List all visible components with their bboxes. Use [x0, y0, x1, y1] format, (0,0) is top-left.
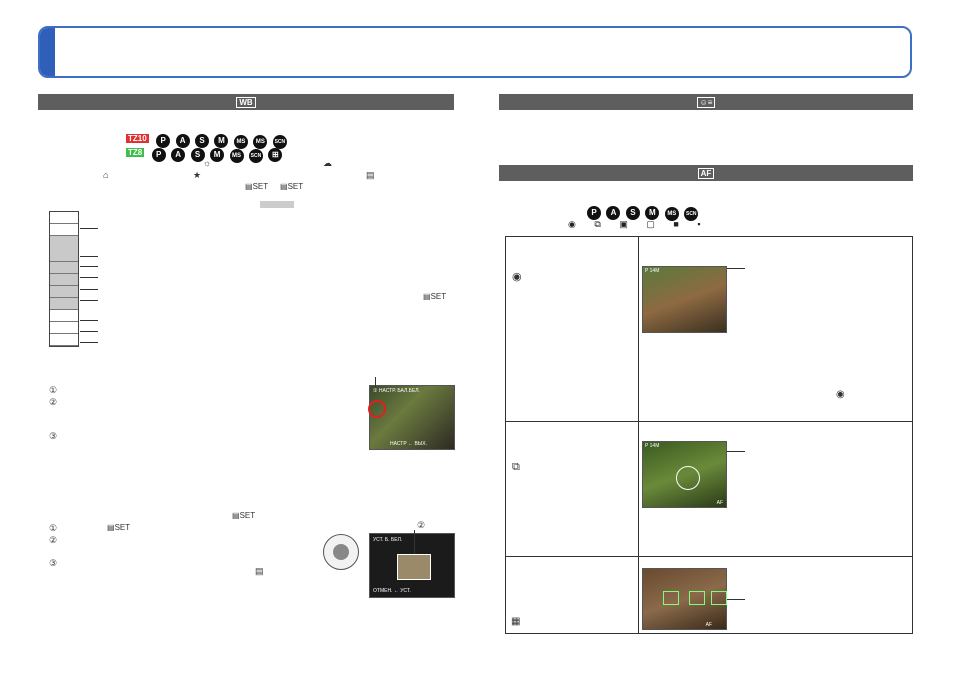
mode-a-icon: A: [606, 206, 621, 220]
highlight-circle: [368, 400, 386, 418]
callout-line: [727, 268, 745, 269]
callout-line: [727, 599, 745, 600]
photo-overlay-text: ① НАСТР. БАЛ.БЕЛ.: [373, 388, 420, 394]
callout-number: ②: [417, 520, 426, 530]
photo-overlay-text: AF: [705, 622, 712, 628]
mode-a-icon: A: [171, 148, 186, 162]
mode-ms-icon: MS: [229, 149, 244, 163]
callout-line: [414, 530, 415, 554]
wb-cell: [50, 298, 78, 310]
camera-screen-af-tracking: P 14M AF: [642, 441, 727, 508]
photo-overlay-text: НАСТР ← ВЫХ.: [390, 441, 427, 447]
callout-line: [80, 256, 98, 257]
callout-line: [80, 266, 98, 267]
callout-line: [727, 451, 745, 452]
page-header-frame: [38, 26, 912, 78]
wb-custom-icon: ▤: [255, 566, 264, 576]
mode-panorama-icon: ⊞: [268, 148, 283, 162]
wb-cell: [50, 334, 78, 346]
wb-cell: [50, 286, 78, 298]
23-area-icon: ▦: [511, 616, 521, 627]
callout-line: [80, 300, 98, 301]
mode-p-icon: P: [587, 206, 601, 220]
mode-m-icon: M: [210, 148, 225, 162]
wb-cell: [50, 224, 78, 236]
wb-set-frame: [397, 554, 431, 580]
wb-cell: [50, 262, 78, 274]
model-badge-tz8: TZ8: [126, 148, 145, 158]
center-button: [333, 544, 349, 560]
camera-screen-wb-set: УСТ. Б. БЕЛ. ОТМЕН. ← УСТ.: [369, 533, 455, 598]
sun-icon: ☼: [203, 158, 212, 168]
photo-overlay-text: P 14M: [645, 443, 660, 449]
af-tracking-icon: ⧉: [594, 219, 609, 229]
callout-line: [80, 331, 98, 332]
af-area-frame: [711, 591, 727, 605]
step-number: ③: [49, 431, 58, 441]
callout-line: [80, 277, 98, 278]
highlight-marker: [260, 201, 294, 208]
wb-set2-icon: ▤SET: [280, 182, 304, 191]
23-area-icon: ▣: [619, 219, 636, 229]
step-number: ①: [49, 523, 58, 533]
wb-cell: [50, 236, 78, 262]
photo-overlay-text: AF: [716, 500, 723, 506]
cursor-button-dial: [323, 534, 359, 570]
mode-p-icon: P: [151, 148, 166, 162]
mode-scn-icon: SCN: [248, 149, 263, 163]
mode-s-icon: S: [625, 206, 640, 220]
callout-line: [80, 342, 98, 343]
af-mode-icon: AF: [697, 168, 715, 179]
camera-screen-face-detect: P 14M: [642, 266, 727, 333]
cloud-icon: ☁: [323, 158, 332, 168]
wb-set-icon: ▤SET: [232, 511, 256, 520]
face-recognition-icon: ☺≡: [696, 97, 716, 108]
wb-cell: [50, 212, 78, 224]
wb-set-icon: ▤SET: [107, 523, 131, 532]
af-tracking-icon: ⧉: [512, 461, 520, 473]
page-header-accent: [40, 28, 55, 76]
wb-set1-icon: ▤SET: [245, 182, 269, 191]
step-number: ①: [49, 385, 58, 395]
tracking-frame: [676, 466, 700, 490]
wb-cell: [50, 274, 78, 286]
face-detect-icon: ◉: [836, 389, 845, 400]
af-icons-row: ◉ ⧉ ▣ ▢ ■ ▪: [568, 219, 709, 230]
af-mode-section-bar: AF: [499, 165, 913, 181]
photo-overlay-text: P 14M: [645, 268, 660, 274]
photo-overlay-text: ОТМЕН. ← УСТ.: [373, 588, 411, 594]
callout-line: [80, 320, 98, 321]
step-number: ③: [49, 558, 58, 568]
step-number: ②: [49, 397, 58, 407]
face-detect-icon: ◉: [512, 271, 522, 283]
wb-scale-column: [49, 211, 79, 347]
white-balance-section-bar: WB: [38, 94, 454, 110]
photo-overlay-text: УСТ. Б. БЕЛ.: [373, 537, 403, 543]
white-balance-icon: WB: [236, 97, 256, 108]
mode-m-icon: M: [645, 206, 660, 220]
callout-line: [80, 228, 98, 229]
wb-cell: [50, 310, 78, 322]
face-detect-icon: ◉: [568, 219, 584, 229]
callout-line: [80, 289, 98, 290]
wb-cell: [50, 322, 78, 334]
camera-screen-23-area: AF: [642, 568, 727, 630]
1-area-icon: ■: [673, 219, 687, 229]
model-badge-tz10: TZ10: [126, 134, 149, 144]
spot-icon: ▪: [697, 219, 709, 229]
step-number: ②: [49, 535, 58, 545]
wb-custom-icon: ▤: [366, 170, 375, 180]
callout-line: [375, 377, 376, 387]
1-area-high-speed-icon: ▢: [646, 219, 663, 229]
face-recognition-section-bar: ☺≡: [499, 94, 913, 110]
camera-screen-photo-wb: ① НАСТР. БАЛ.БЕЛ. НАСТР ← ВЫХ.: [368, 385, 455, 450]
incandescent-icon: ★: [193, 170, 202, 180]
wb-set-icon: ▤SET: [423, 292, 447, 301]
af-area-frame: [689, 591, 705, 605]
shade-icon: ⌂: [103, 170, 109, 180]
af-area-frame: [663, 591, 679, 605]
